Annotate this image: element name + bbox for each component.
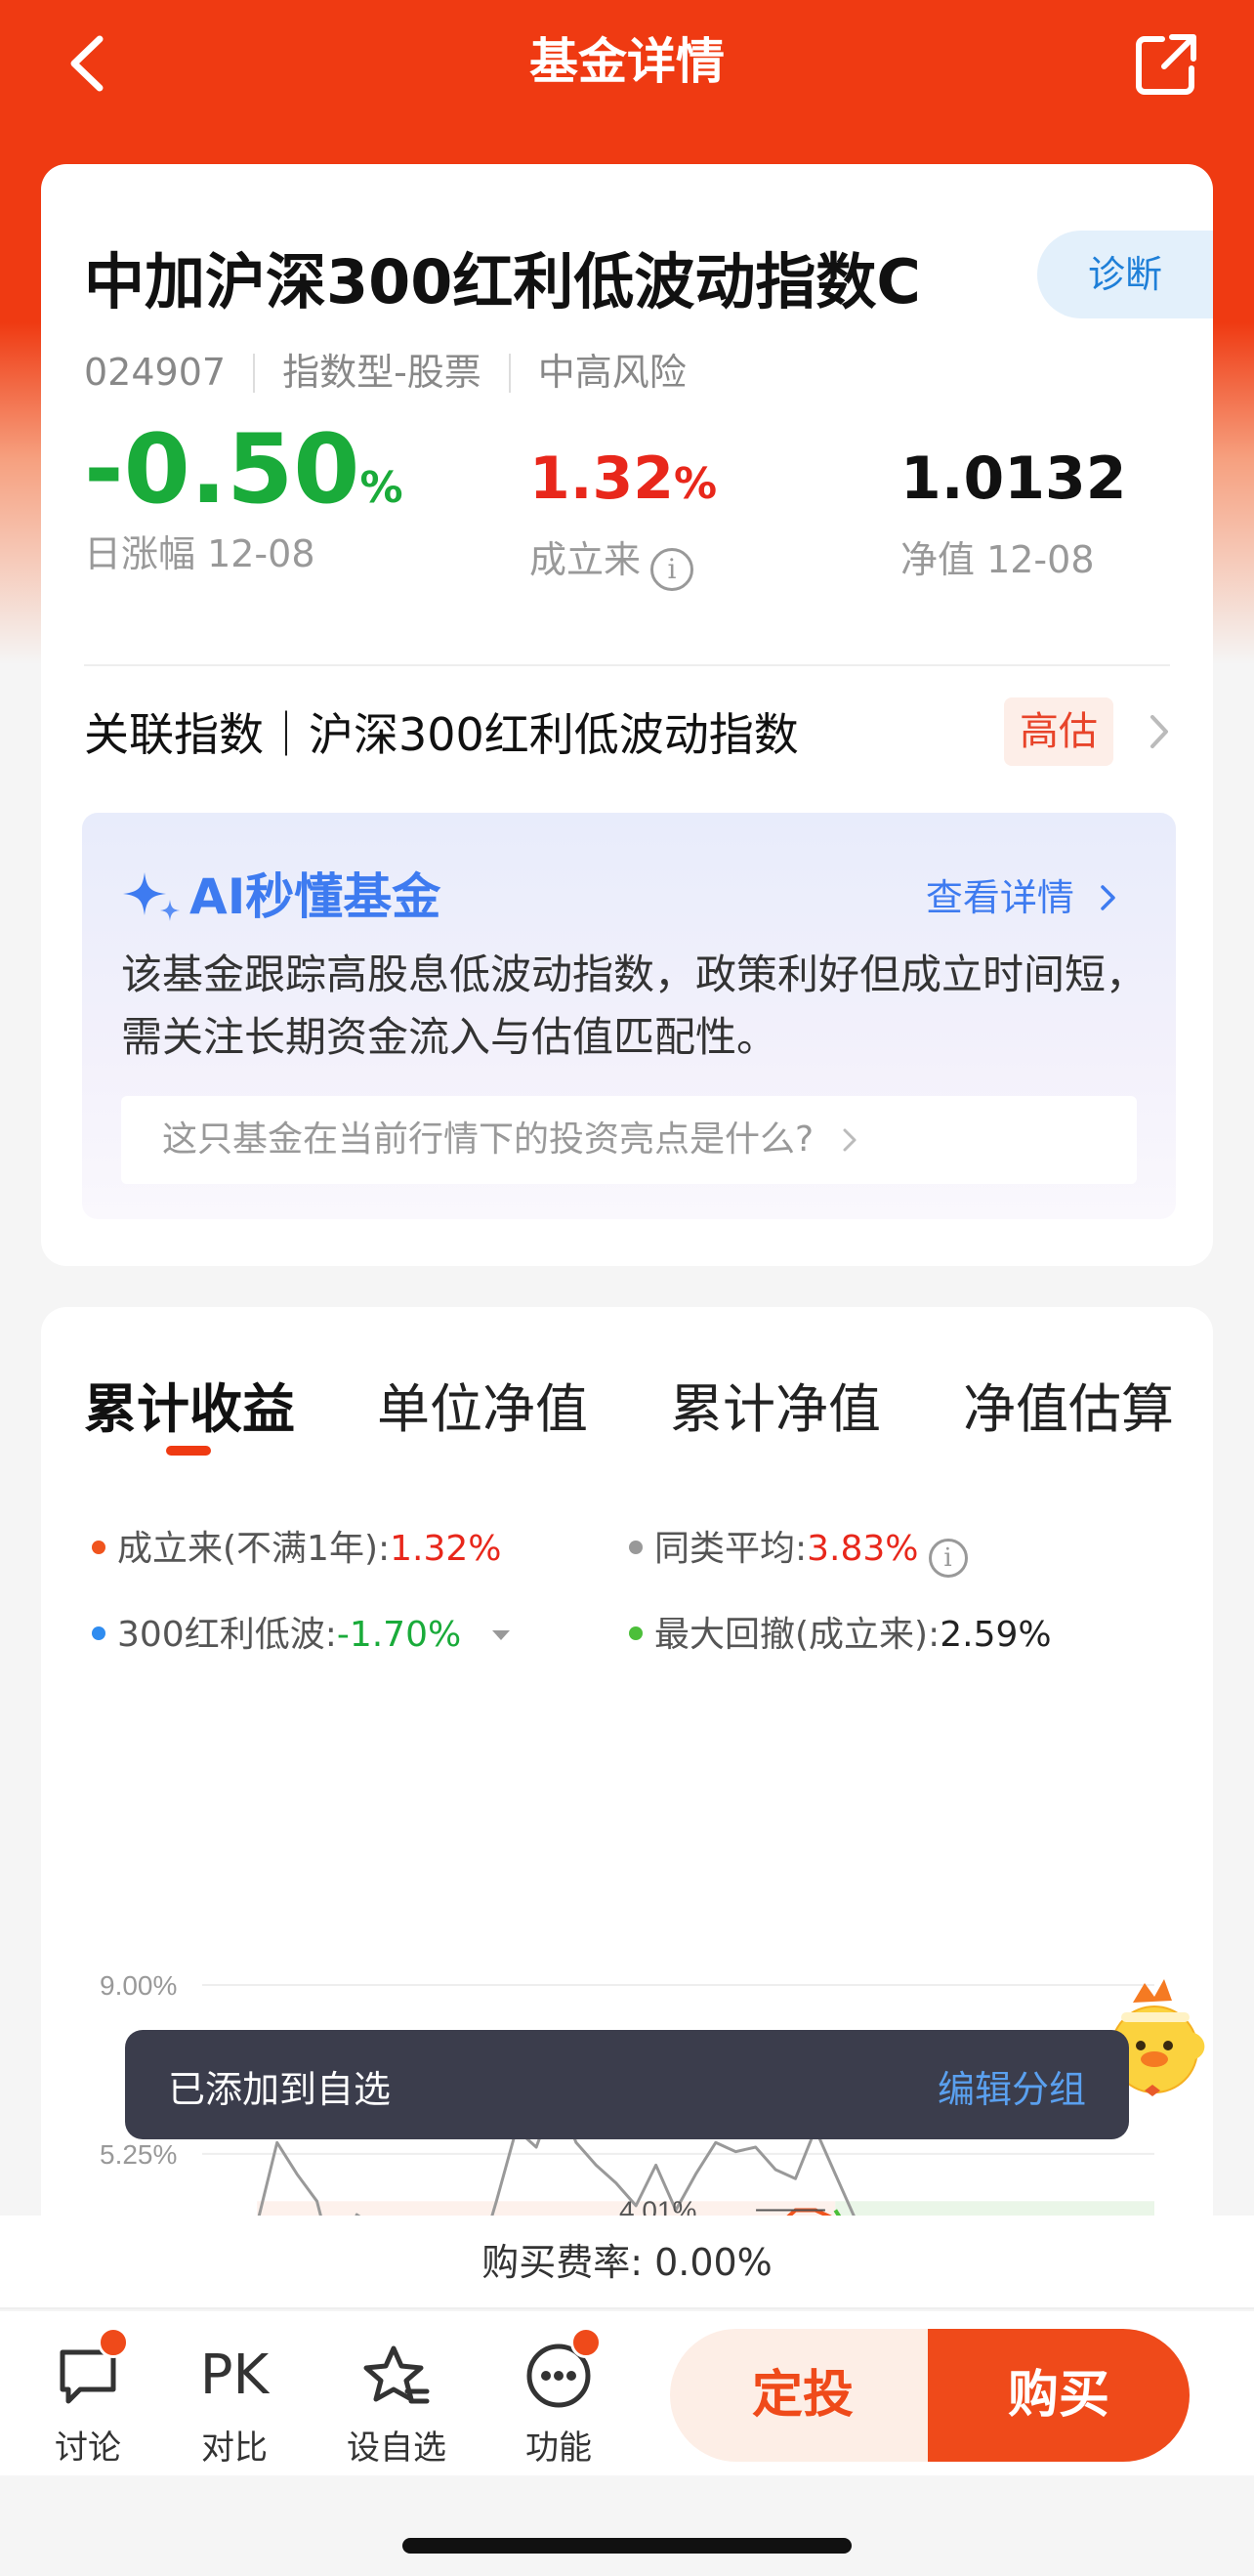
fund-risk: 中高风险 — [537, 351, 687, 394]
since-inception-value: 1.32 — [529, 444, 675, 513]
home-area — [0, 2475, 1254, 2576]
ai-title-row: AI秒懂基金 — [121, 858, 440, 928]
legend-index[interactable]: 300红利低波:-1.70% — [92, 1606, 512, 1657]
legend-label: 同类平均: — [654, 1529, 808, 1569]
ai-summary-box: AI秒懂基金 查看详情 该基金跟踪高股息低波动指数，政策利好但成立时间短，需关注… — [82, 813, 1176, 1219]
since-inception-unit: % — [674, 459, 718, 509]
dropdown-triangle-icon — [491, 1630, 510, 1640]
nav-label: 净值 12-08 — [900, 538, 1095, 581]
y-tick-label: 9.00% — [100, 1971, 177, 2001]
tab-cumulative-nav[interactable]: 累计净值 — [670, 1366, 881, 1443]
more-functions-button[interactable]: 功能 — [500, 2327, 617, 2469]
fund-name: 中加沪深300红利低波动指数C — [84, 246, 921, 317]
legend-value: 1.32% — [390, 1529, 502, 1569]
nav-stat: 1.0132 净值 12-08 — [900, 436, 1127, 583]
star-list-icon — [363, 2345, 430, 2404]
related-index-link[interactable]: 关联指数｜沪深300红利低波动指数 — [84, 699, 799, 764]
legend-value: 3.83% — [807, 1529, 919, 1569]
more-label: 功能 — [525, 2428, 592, 2468]
drawdown-shading — [835, 2201, 1154, 2216]
edit-group-button[interactable]: 编辑分组 — [938, 2059, 1086, 2113]
toast-text: 已添加到自选 — [168, 2068, 392, 2111]
page-title: 基金详情 — [529, 33, 725, 90]
legend-peer-average: 同类平均:3.83% i — [629, 1520, 968, 1578]
nav-value: 1.0132 — [900, 444, 1127, 513]
legend-label: 成立来(不满1年): — [117, 1529, 391, 1569]
daily-change-value: -0.50 — [84, 414, 360, 526]
legend-label: 最大回撤(成立来): — [654, 1615, 940, 1655]
legend-value: 2.59% — [940, 1615, 1052, 1655]
app-header: 基金详情 — [0, 0, 1254, 137]
divider — [84, 664, 1170, 666]
ai-more-link[interactable]: 查看详情 — [926, 867, 1121, 921]
toast-notification: 已添加到自选 编辑分组 — [125, 2030, 1129, 2139]
legend-max-drawdown: 最大回撤(成立来):2.59% — [629, 1606, 1052, 1657]
daily-change-stat: -0.50% 日涨幅 12-08 — [84, 422, 403, 577]
since-inception-stat: 1.32% 成立来 i — [529, 436, 717, 591]
valuation-tag: 高估 — [1004, 697, 1113, 766]
active-tab-indicator — [166, 1446, 211, 1456]
buy-button[interactable]: 购买 — [928, 2329, 1190, 2462]
bottom-action-bar: 讨论 PK 对比 设自选 功能 定投 购买 — [0, 2311, 1254, 2475]
ai-title: AI秒懂基金 — [189, 868, 441, 925]
add-watchlist-button[interactable]: 设自选 — [338, 2341, 455, 2469]
pk-icon: PK — [199, 2344, 270, 2407]
fund-code: 024907 — [84, 351, 227, 394]
discuss-label: 讨论 — [55, 2428, 121, 2468]
info-icon[interactable]: i — [650, 548, 694, 591]
compare-label: 对比 — [201, 2428, 268, 2468]
discuss-button[interactable]: 讨论 — [29, 2327, 146, 2469]
home-indicator[interactable] — [402, 2538, 852, 2554]
diagnose-button[interactable]: 诊断 — [1037, 231, 1213, 318]
tab-nav-estimate[interactable]: 净值估算 — [963, 1366, 1174, 1443]
legend-dot — [629, 1626, 643, 1640]
rise-shading — [257, 2201, 836, 2216]
legend-dot — [629, 1541, 643, 1554]
chevron-right-icon[interactable] — [1145, 707, 1174, 756]
ai-more-label: 查看详情 — [925, 876, 1074, 919]
chevron-right-icon — [1101, 885, 1115, 910]
notification-badge — [570, 2327, 602, 2358]
chevron-right-icon — [843, 1128, 857, 1152]
legend-label: 300红利低波: — [117, 1615, 337, 1655]
legend-dot — [92, 1541, 105, 1554]
info-icon[interactable]: i — [928, 1539, 968, 1578]
tab-unit-nav[interactable]: 单位净值 — [377, 1366, 588, 1443]
sparkle-icon — [123, 872, 180, 921]
since-inception-label: 成立来 — [529, 538, 642, 581]
purchase-fee: 购买费率: 0.00% — [0, 2216, 1254, 2309]
y-tick-label: 5.25% — [100, 2139, 177, 2170]
meta-divider — [508, 354, 511, 393]
chart-tabs: 累计收益 单位净值 累计净值 净值估算 — [41, 1366, 1213, 1444]
max-annotation: 4.01% — [619, 2196, 696, 2217]
fund-type: 指数型-股票 — [282, 351, 481, 394]
compare-button[interactable]: PK 对比 — [176, 2341, 293, 2469]
notification-badge — [98, 2327, 129, 2358]
legend-dot — [92, 1626, 105, 1640]
ai-summary-text: 该基金跟踪高股息低波动指数，政策利好但成立时间短，需关注长期资金流入与估值匹配性… — [121, 950, 1148, 1061]
legend-since-inception: 成立来(不满1年):1.32% — [92, 1520, 502, 1571]
ai-suggested-question[interactable]: 这只基金在当前行情下的投资亮点是什么? — [121, 1096, 1137, 1184]
fund-summary-card: 中加沪深300红利低波动指数C 诊断 024907 指数型-股票 中高风险 -0.5… — [41, 164, 1213, 1266]
fund-meta: 024907 指数型-股票 中高风险 — [84, 342, 687, 396]
legend-value: -1.70% — [336, 1615, 462, 1655]
daily-change-unit: % — [359, 463, 403, 513]
meta-divider — [253, 354, 256, 393]
tab-cumulative-return[interactable]: 累计收益 — [84, 1366, 295, 1443]
daily-change-label: 日涨幅 12-08 — [84, 532, 315, 575]
sip-button[interactable]: 定投 — [670, 2329, 936, 2462]
share-icon[interactable] — [1133, 29, 1201, 98]
ai-question-text: 这只基金在当前行情下的投资亮点是什么? — [162, 1119, 815, 1160]
watch-label: 设自选 — [347, 2428, 446, 2468]
